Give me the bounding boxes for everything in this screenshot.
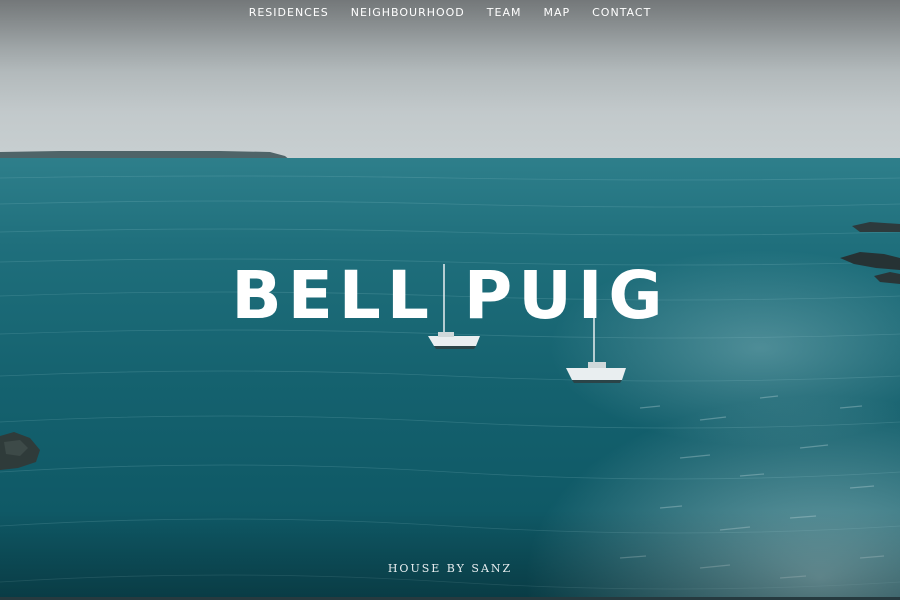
hero-title: BELL PUIG — [231, 257, 669, 334]
nav-link-team[interactable]: TEAM — [487, 6, 522, 19]
nav-link-contact[interactable]: CONTACT — [592, 6, 651, 19]
nav-link-residences[interactable]: RESIDENCES — [249, 6, 329, 19]
nav-link-map[interactable]: MAP — [543, 6, 570, 19]
rocks-left — [0, 432, 40, 470]
hero-tagline: HOUSE BY SANZ — [387, 562, 513, 575]
sky-background — [0, 0, 900, 160]
nav-link-neighbourhood[interactable]: NEIGHBOURHOOD — [351, 6, 465, 19]
sea-ripples — [0, 175, 900, 590]
main-navigation: RESIDENCES NEIGHBOURHOOD TEAM MAP CONTAC… — [0, 0, 900, 24]
hero-section: RESIDENCES NEIGHBOURHOOD TEAM MAP CONTAC… — [0, 0, 900, 600]
